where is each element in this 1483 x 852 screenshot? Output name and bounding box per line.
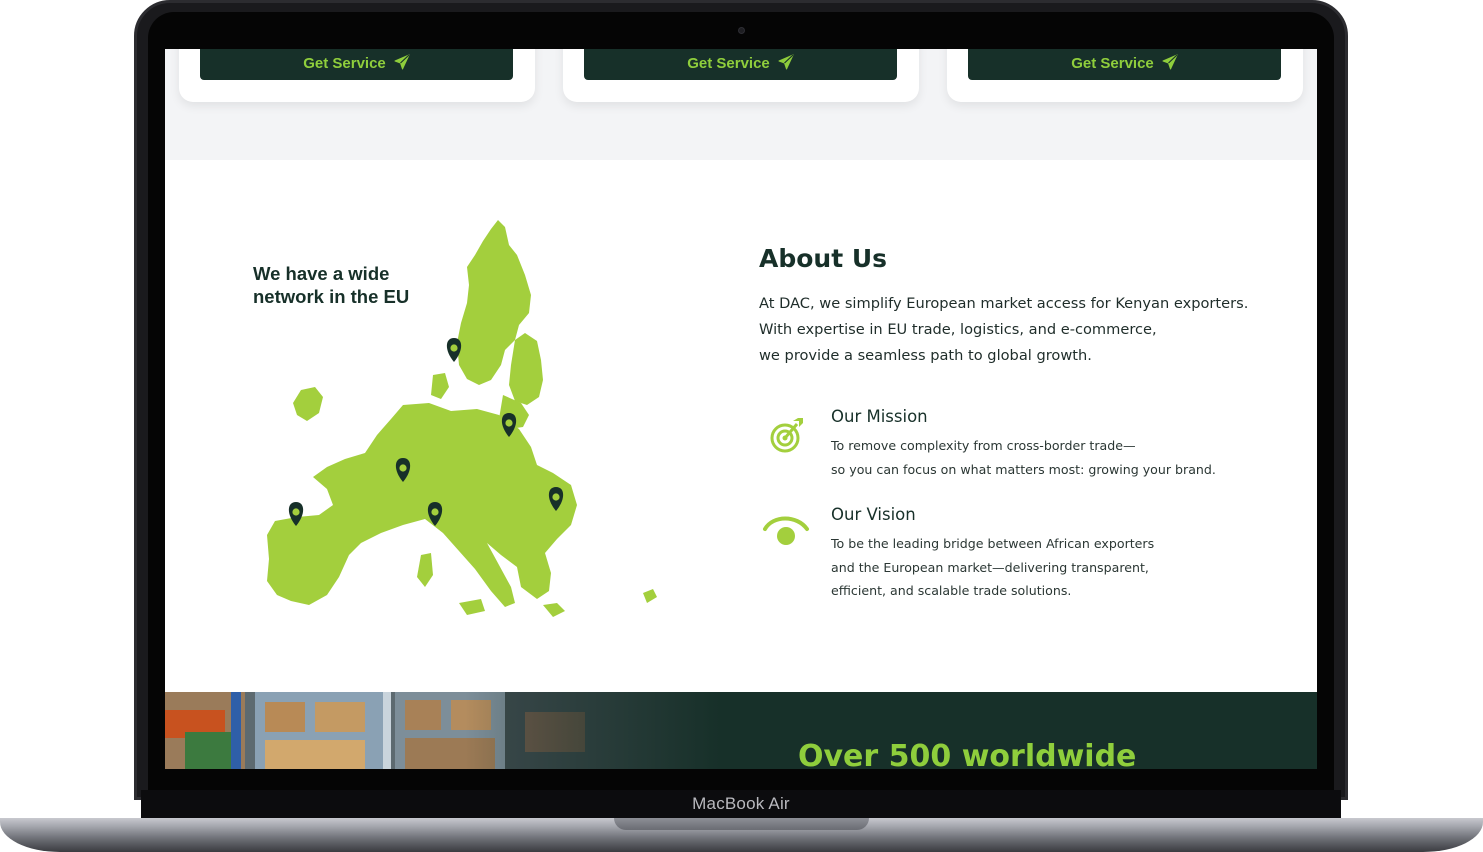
paper-plane-icon: [778, 54, 794, 70]
paper-plane-icon: [1162, 54, 1178, 70]
device-label: MacBook Air: [692, 794, 790, 813]
mission-heading: Our Mission: [831, 407, 928, 426]
vision-text: To be the leading bridge between African…: [831, 532, 1291, 603]
service-card: Get Service: [563, 49, 919, 102]
website-screen: Get Service Get Service Get Service We h…: [165, 49, 1317, 769]
service-card: Get Service: [179, 49, 535, 102]
mission-text: To remove complexity from cross-border t…: [831, 434, 1291, 481]
services-section: Get Service Get Service Get Service: [165, 49, 1317, 160]
about-line: With expertise in EU trade, logistics, a…: [759, 321, 1157, 338]
mission-line: To remove complexity from cross-border t…: [831, 438, 1136, 453]
banner-gradient: [465, 692, 765, 769]
vision-line: and the European market—delivering trans…: [831, 559, 1149, 575]
target-icon: [770, 418, 803, 453]
vision-line: To be the leading bridge between African…: [831, 536, 1155, 551]
get-service-label: Get Service: [1071, 55, 1154, 72]
vision-heading: Our Vision: [831, 505, 916, 524]
about-line: we provide a seamless path to global gro…: [759, 347, 1092, 364]
get-service-button[interactable]: Get Service: [968, 49, 1281, 80]
get-service-button[interactable]: Get Service: [584, 49, 897, 80]
eye-icon: [763, 516, 809, 545]
map-caption: We have a wide network in the EU: [253, 262, 453, 308]
mission-block: Our Mission To remove complexity from cr…: [759, 407, 1279, 482]
map-caption-line: We have a wide: [253, 263, 390, 284]
service-card: Get Service: [947, 49, 1303, 102]
stats-banner: Over 500 worldwide: [165, 692, 1317, 769]
about-line: At DAC, we simplify European market acce…: [759, 295, 1249, 312]
vision-line: efficient, and scalable trade solutions.: [831, 583, 1072, 598]
eu-network-map: We have a wide network in the EU: [253, 215, 663, 635]
get-service-label: Get Service: [303, 55, 386, 72]
camera-icon: [738, 27, 745, 34]
laptop-notch: [614, 818, 869, 830]
vision-block: Our Vision To be the leading bridge betw…: [759, 505, 1279, 605]
get-service-button[interactable]: Get Service: [200, 49, 513, 80]
about-title: About Us: [759, 244, 888, 273]
about-description: At DAC, we simplify European market acce…: [759, 291, 1279, 369]
paper-plane-icon: [394, 54, 410, 70]
stats-headline: Over 500 worldwide: [798, 739, 1137, 769]
laptop-chin: MacBook Air: [141, 790, 1341, 818]
get-service-label: Get Service: [687, 55, 770, 72]
about-section: We have a wide network in the EU About U…: [165, 160, 1317, 692]
mission-line: so you can focus on what matters most: g…: [831, 461, 1216, 477]
map-caption-line: network in the EU: [253, 286, 410, 307]
